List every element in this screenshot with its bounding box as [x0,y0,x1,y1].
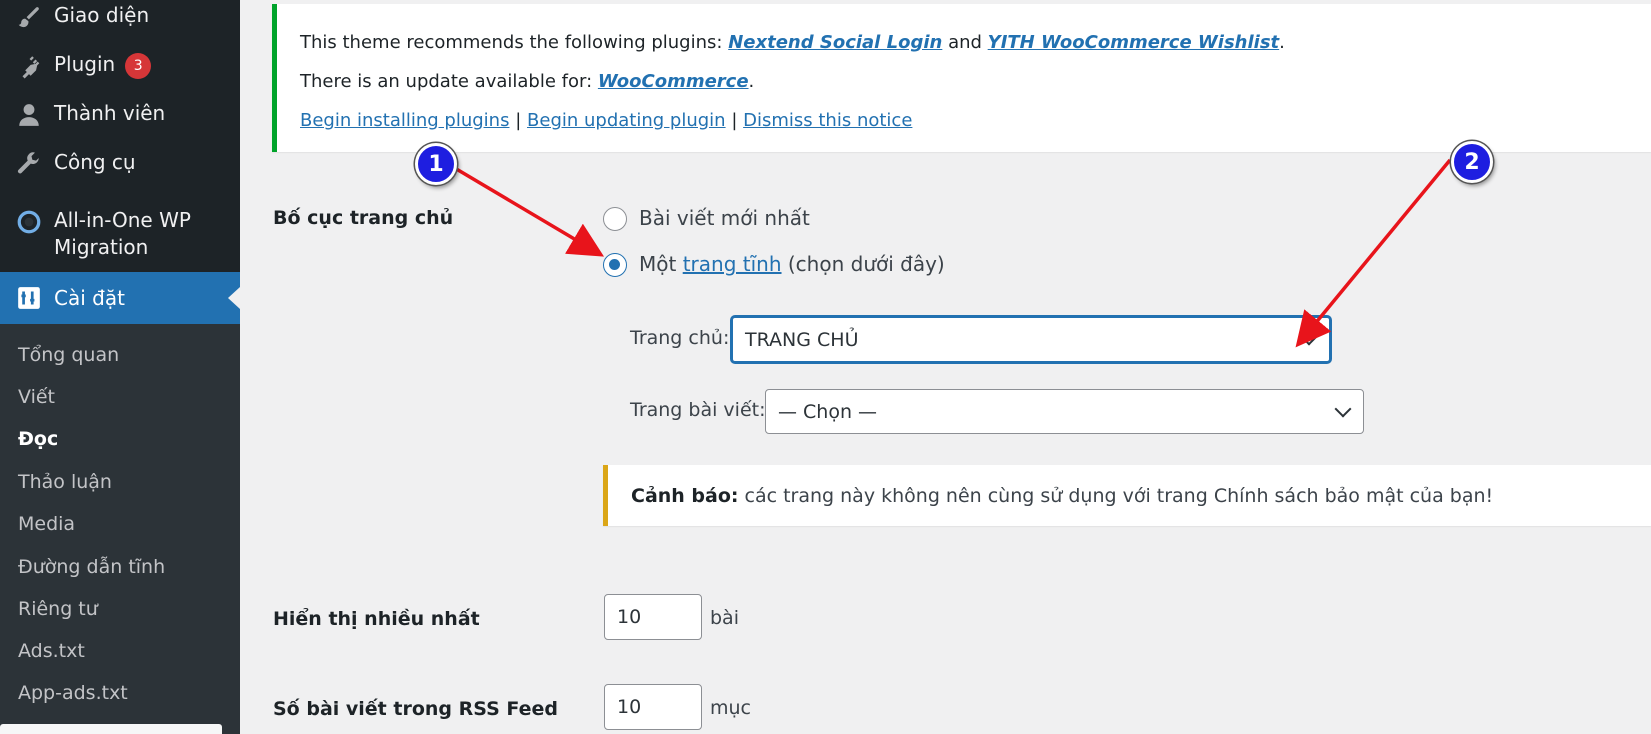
dismiss-notice-link[interactable]: Dismiss this notice [743,110,912,131]
menu-label-line2: Migration [54,235,149,259]
begin-installing-link[interactable]: Begin installing plugins [300,110,509,131]
radio-latest-posts-label[interactable]: Bài viết mới nhất [639,206,810,230]
rss-posts-unit: mục [710,697,751,719]
settings-submenu: Tổng quan Viết Đọc Thảo luận Media Đường… [0,324,240,734]
menu-item-users[interactable]: Thành viên [0,100,240,130]
menu-label: Công cụ [54,150,136,174]
wrench-icon [14,149,44,179]
menu-label: Giao diện [54,3,150,27]
privacy-warning-notice: Cảnh báo: các trang này không nên cùng s… [603,465,1651,526]
menu-item-tools[interactable]: Công cụ [0,149,240,179]
warning-title: Cảnh báo: [631,484,739,507]
settings-icon [14,283,44,313]
sidebar-overflow-edge [0,724,222,734]
chevron-down-icon [1300,328,1318,345]
link-woocommerce[interactable]: WooCommerce [598,71,749,92]
annotation-marker-2: 2 [1451,141,1493,183]
submenu-item-discussion[interactable]: Thảo luận [18,471,112,493]
plugin-update-badge: 3 [125,52,152,79]
link-yith-wishlist[interactable]: YITH WooCommerce Wishlist [988,32,1279,53]
submenu-item-media[interactable]: Media [18,513,75,535]
posts-per-page-unit: bài [710,607,739,629]
posts-per-page-input[interactable]: 10 [604,594,702,640]
plugin-icon [14,51,44,81]
notice-line-update: There is an update available for: WooCom… [300,71,755,92]
chevron-down-icon [1334,400,1352,417]
notice-actions: Begin installing plugins | Begin updatin… [300,110,913,131]
users-icon [14,100,44,130]
homepage-select[interactable]: TRANG CHỦ [731,316,1331,363]
admin-sidebar: Giao diện Plugin 3 Thành viên Công cụ All… [0,0,240,734]
menu-item-migration[interactable]: All-in-One WP Migration [0,207,240,261]
static-page-link[interactable]: trang tĩnh [683,252,782,276]
submenu-item-general[interactable]: Tổng quan [18,344,119,366]
warning-text: các trang này không nên cùng sử dụng với… [744,484,1494,507]
homepage-select-label: Trang chủ: [630,327,730,349]
submenu-item-permalinks[interactable]: Đường dẫn tĩnh [18,556,165,578]
menu-label: Plugin [54,52,116,76]
radio-latest-posts[interactable] [603,207,627,231]
submenu-item-writing[interactable]: Viết [18,386,55,408]
submenu-item-privacy[interactable]: Riêng tư [18,598,98,620]
begin-updating-link[interactable]: Begin updating plugin [527,110,726,131]
link-nextend-social-login[interactable]: Nextend Social Login [728,32,942,53]
submenu-item-reading[interactable]: Đọc [18,428,58,450]
plugin-notice: This theme recommends the following plug… [272,4,1651,152]
posts-page-select-value: — Chọn — [778,400,878,423]
annotation-marker-1: 1 [415,143,457,185]
menu-label: Thành viên [54,101,166,125]
posts-per-page-label: Hiển thị nhiều nhất [273,608,480,630]
active-menu-arrow [228,287,240,309]
menu-item-appearance[interactable]: Giao diện [0,2,240,32]
menu-label: Cài đặt [54,285,125,310]
submenu-item-ads-txt[interactable]: Ads.txt [18,640,85,662]
radio-static-page[interactable] [603,253,627,277]
menu-item-plugins[interactable]: Plugin 3 [0,51,240,81]
radio-static-page-label[interactable]: Một trang tĩnh (chọn dưới đây) [639,252,945,276]
rss-posts-label: Số bài viết trong RSS Feed [273,698,558,720]
menu-item-settings[interactable]: Cài đặt [0,272,240,324]
homepage-display-label: Bố cục trang chủ [273,207,454,229]
paintbrush-icon [14,2,44,32]
submenu-item-app-ads-txt[interactable]: App-ads.txt [18,682,128,704]
notice-line-recommend: This theme recommends the following plug… [300,32,1285,53]
menu-label-line1: All-in-One WP [54,208,191,232]
annotation-arrow-2 [1295,158,1452,348]
rss-posts-input[interactable]: 10 [604,684,702,730]
posts-page-select[interactable]: — Chọn — [765,389,1364,434]
migration-icon [14,207,44,237]
homepage-select-value: TRANG CHỦ [745,328,859,351]
annotation-arrow-1 [452,165,605,257]
posts-page-select-label: Trang bài viết: [630,399,766,421]
